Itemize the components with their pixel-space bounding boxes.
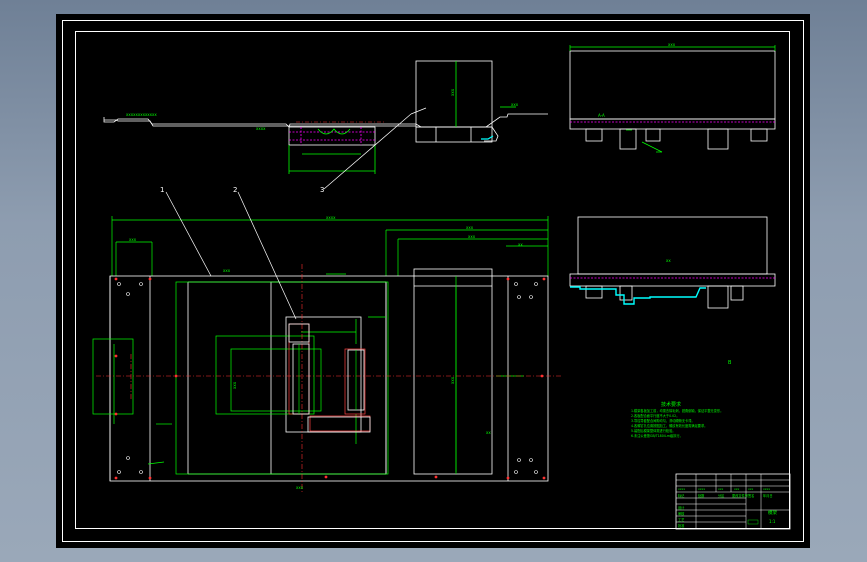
tech-req-line-4: 4.各螺钉孔位置按图加工，螺纹有效长度需满足要求。 [631, 423, 707, 428]
svg-text:xxx: xxx [748, 487, 754, 491]
technical-requirements: 技术要求 1.模架各板加工前，均需去除毛刺，锐角倒钝，保证平整无变形。 2.各板… [631, 401, 723, 438]
svg-text:xxx: xxx [466, 225, 474, 230]
svg-text:xx: xx [666, 258, 671, 263]
tech-req-line-5: 5.装配后模架整体需进行检验。 [631, 428, 675, 433]
svg-text:xxx: xxx [734, 487, 740, 491]
sheet-border [62, 20, 804, 542]
title-header-mark: 标记 [678, 493, 685, 498]
svg-text:xxx: xxx [450, 88, 455, 96]
title-block[interactable]: xxxx xxxx xxx xxx xxx xxxx 标记 处数 分区 更改文件… [675, 473, 791, 530]
svg-text:xxx: xxx [296, 485, 304, 490]
tech-req-line-1: 1.模架各板加工前，均需去除毛刺，锐角倒钝，保证平整无变形。 [631, 408, 723, 413]
svg-text:xx: xx [518, 242, 523, 247]
drawing-name: 模架 [768, 509, 777, 516]
svg-text:xxx: xxx [450, 376, 455, 384]
balloon-3: 3 [320, 186, 324, 194]
view-label-b: B [728, 360, 732, 366]
main-plan-view[interactable]: xxxx xxx xxx xxx xx xxx xxx xx xxx xxx [92, 107, 561, 492]
tech-req-heading: 技术要求 [661, 401, 681, 408]
title-approval-approve: 批准 [678, 523, 685, 528]
drawing-sheet: xxxxxxxxxxxxx xxxx xxx xxx xxx xx xxxx x… [56, 14, 810, 548]
svg-text:xxx: xxx [511, 102, 519, 107]
cad-viewport[interactable]: xxxxxxxxxxxxx xxxx xxx xxx xxx xx xxxx x… [0, 0, 867, 562]
front-view[interactable]: xxx [569, 42, 776, 153]
svg-text:xxx: xxx [223, 268, 231, 273]
drawing-scale: 1:1 [769, 519, 776, 524]
svg-text:xx: xx [486, 430, 491, 435]
title-header-count: 处数 [698, 493, 705, 498]
title-header-date: 年月日 [763, 493, 773, 498]
svg-text:xxx: xxx [718, 487, 724, 491]
title-approval-design: 设计 [678, 505, 685, 510]
title-approval-process: 工艺 [678, 517, 684, 522]
title-header-sign: 签名 [748, 493, 754, 498]
tech-req-line-2: 2.各板配合面平行度不大于0.02。 [631, 413, 679, 418]
svg-text:xxx: xxx [232, 381, 237, 389]
title-header-doc: 更改文件号 [732, 493, 748, 498]
view-label-aa: A-A [598, 113, 605, 118]
svg-text:xxxx: xxxx [678, 487, 685, 491]
svg-text:xxxx: xxxx [698, 487, 705, 491]
title-header-zone: 分区 [718, 493, 725, 498]
svg-text:xxxx: xxxx [763, 487, 770, 491]
tech-req-line-6: 6.未注公差按GB/T1804-m级执行。 [631, 433, 683, 438]
balloon-2: 2 [233, 186, 237, 194]
tech-req-line-3: 3.导柱导套配合间隙均匀，滑动顺畅无卡滞。 [631, 418, 695, 423]
top-section-view[interactable]: xxxxxxxxxxxxx xxxx xxx xxx [103, 60, 548, 174]
svg-text:xxxxxxxxxxxxx: xxxxxxxxxxxxx [126, 112, 157, 117]
svg-text:xxx: xxx [668, 42, 676, 47]
svg-text:xxx: xxx [129, 237, 137, 242]
svg-text:xxx: xxx [468, 234, 476, 239]
svg-text:xxxx: xxxx [326, 215, 336, 220]
balloon-1: 1 [160, 186, 164, 194]
title-approval-review: 审核 [678, 511, 685, 516]
svg-text:xxxx: xxxx [256, 126, 266, 131]
side-section-view[interactable]: xx [569, 216, 776, 309]
